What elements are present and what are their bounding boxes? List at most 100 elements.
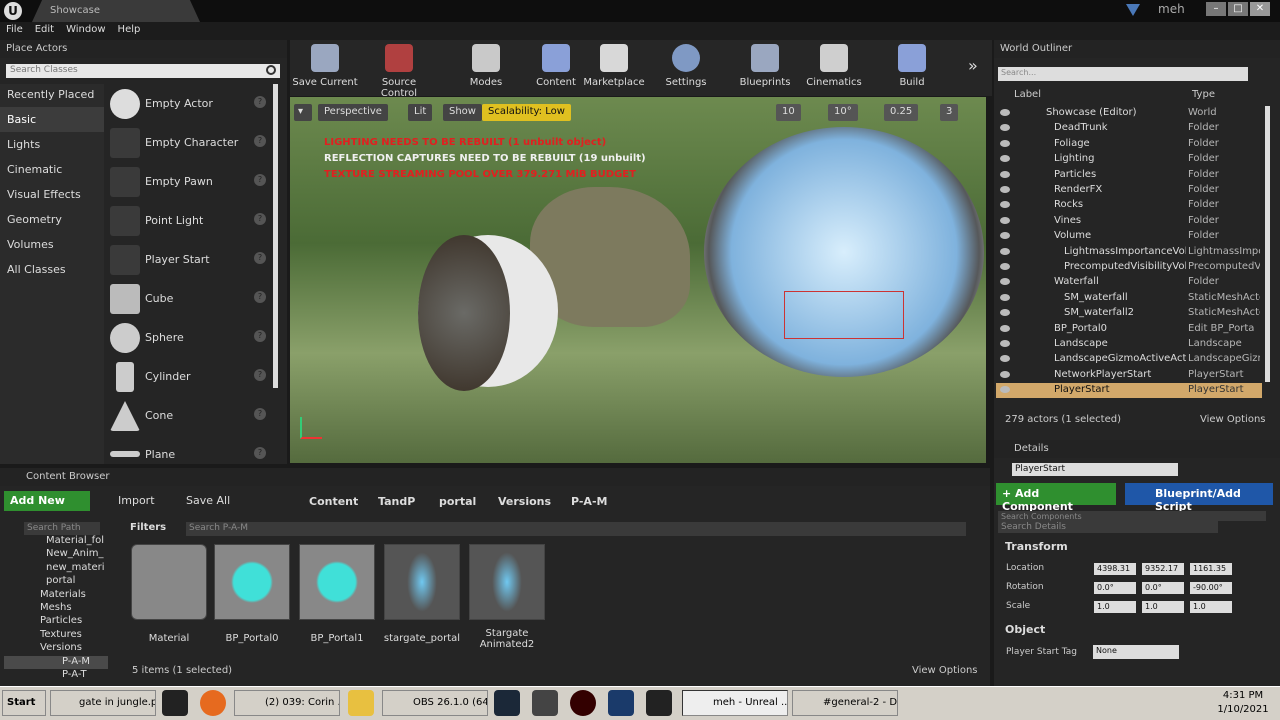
actor-cube[interactable]: Cube?	[106, 279, 270, 318]
camera-speed-value[interactable]: 3	[940, 104, 959, 121]
eye-icon[interactable]	[1000, 124, 1010, 132]
actor-name-field[interactable]: PlayerStart	[1012, 463, 1178, 476]
import-button[interactable]: Import	[100, 494, 155, 507]
asset-search-input[interactable]: Search P-A-M	[186, 522, 966, 536]
folder-tree-item[interactable]: Textures	[4, 629, 108, 642]
grid-snap-value[interactable]: 10	[776, 104, 801, 121]
outliner-col-type[interactable]: Type	[1192, 89, 1215, 100]
category-all-classes[interactable]: All Classes	[0, 257, 104, 282]
app-icon[interactable]	[162, 690, 188, 716]
task-chrome[interactable]: (2) 039: Corin ...	[234, 690, 340, 716]
build-button[interactable]: Build	[876, 44, 948, 88]
location-label[interactable]: Location	[1006, 563, 1044, 573]
eye-icon[interactable]	[1000, 340, 1010, 347]
outliner-search-input[interactable]: Search...	[998, 67, 1248, 81]
scalability-button[interactable]: Scalability: Low	[482, 104, 571, 121]
eye-icon[interactable]	[1000, 109, 1010, 116]
viewport-options-button[interactable]: ▾	[294, 104, 312, 121]
minimize-button[interactable]: –	[1206, 2, 1226, 16]
scrollbar[interactable]	[1265, 106, 1270, 382]
eye-icon[interactable]	[1000, 247, 1010, 255]
toolbar-overflow-icon[interactable]: »	[968, 56, 978, 75]
unreal-logo-icon[interactable]: U	[4, 2, 22, 20]
location-x[interactable]: 4398.31	[1094, 563, 1136, 575]
help-icon[interactable]: ?	[254, 174, 266, 186]
rotation-snap-value[interactable]: 10°	[828, 104, 858, 121]
outliner-row[interactable]: Landscape Landscape	[996, 337, 1262, 352]
menu-window[interactable]: Window	[60, 22, 111, 37]
breadcrumb-versions[interactable]: Versions	[498, 495, 551, 508]
eye-icon[interactable]	[1000, 216, 1010, 224]
folder-tree-item[interactable]: Materials	[4, 589, 108, 602]
task-discord[interactable]: #general-2 - Di...	[792, 690, 898, 716]
search-components-input[interactable]: Search Components	[998, 511, 1266, 521]
lit-button[interactable]: Lit	[408, 104, 433, 121]
outliner-row[interactable]: Waterfall Folder	[996, 275, 1262, 290]
help-icon[interactable]: ?	[254, 408, 266, 420]
help-icon[interactable]: ?	[254, 330, 266, 342]
outliner-row[interactable]: SM_waterfall StaticMeshActo	[996, 291, 1262, 306]
help-icon[interactable]: ?	[254, 135, 266, 147]
outliner-row[interactable]: Particles Folder	[996, 168, 1262, 183]
eye-icon[interactable]	[1000, 355, 1010, 363]
actor-empty-actor[interactable]: Empty Actor?	[106, 84, 270, 123]
folder-tree-item[interactable]: New_Anim_	[4, 548, 108, 561]
place-actors-search-input[interactable]: Search Classes	[6, 64, 280, 78]
outliner-row[interactable]: PrecomputedVisibilityVolu PrecomputedVi	[996, 260, 1262, 275]
outliner-row[interactable]: BP_Portal0 Edit BP_Porta	[996, 322, 1262, 337]
folder-tree-item[interactable]: Versions	[4, 642, 108, 655]
actor-player-start[interactable]: Player Start?	[106, 240, 270, 279]
source-control-button[interactable]: Source Control	[363, 44, 435, 99]
folder-tree-item[interactable]: Material_fol	[4, 535, 108, 548]
level-tab[interactable]: Showcase	[32, 0, 200, 22]
location-z[interactable]: 1161.35	[1190, 563, 1232, 575]
outliner-row[interactable]: Rocks Folder	[996, 198, 1262, 213]
asset-thumb-stargate-animated2[interactable]	[469, 544, 545, 620]
eye-icon[interactable]	[1000, 201, 1010, 209]
modes-button[interactable]: Modes	[450, 44, 522, 88]
eye-icon[interactable]	[1000, 232, 1010, 240]
outliner-row[interactable]: Foliage Folder	[996, 137, 1262, 152]
category-cinematic[interactable]: Cinematic	[0, 157, 104, 182]
category-geometry[interactable]: Geometry	[0, 207, 104, 232]
asset-thumb-bp-portal1[interactable]	[299, 544, 375, 620]
steam-icon[interactable]	[494, 690, 520, 716]
task-obs[interactable]: OBS 26.1.0 (64...	[382, 690, 488, 716]
task-gate-in-jungle[interactable]: gate in jungle.p...	[50, 690, 156, 716]
save-all-button[interactable]: Save All	[170, 494, 230, 507]
eye-icon[interactable]	[1000, 139, 1010, 147]
folder-tree-item[interactable]: new_materi	[4, 562, 108, 575]
breadcrumb-p-a-m[interactable]: P-A-M	[571, 495, 607, 508]
object-section[interactable]: Object	[1005, 623, 1045, 636]
actor-point-light[interactable]: Point Light?	[106, 201, 270, 240]
folder-tree-item[interactable]: Particles	[4, 615, 108, 628]
firefox-icon[interactable]	[200, 690, 226, 716]
eye-icon[interactable]	[1000, 324, 1010, 332]
perspective-button[interactable]: Perspective	[318, 104, 388, 121]
outliner-row[interactable]: LandscapeGizmoActiveActor LandscapeGizm	[996, 352, 1262, 367]
eye-icon[interactable]	[1000, 170, 1010, 178]
asset-thumb-bp-portal0[interactable]	[214, 544, 290, 620]
add-component-button[interactable]: + Add Component	[996, 483, 1116, 513]
help-icon[interactable]: ?	[254, 291, 266, 303]
actor-empty-pawn[interactable]: Empty Pawn?	[106, 162, 270, 201]
scale-label[interactable]: Scale	[1006, 601, 1030, 611]
outliner-col-label[interactable]: Label	[1014, 89, 1041, 100]
asset-thumb-material[interactable]	[131, 544, 207, 620]
app-icon[interactable]	[532, 690, 558, 716]
outliner-row[interactable]: Volume Folder	[996, 229, 1262, 244]
actor-cone[interactable]: Cone?	[106, 396, 270, 435]
scale-x[interactable]: 1.0	[1094, 601, 1136, 613]
folder-tree-item[interactable]: Meshs	[4, 602, 108, 615]
category-lights[interactable]: Lights	[0, 132, 104, 157]
rotation-y[interactable]: 0.0°	[1142, 582, 1184, 594]
asset-thumb-stargate-portal[interactable]	[384, 544, 460, 620]
eye-icon[interactable]	[1000, 386, 1010, 394]
help-icon[interactable]: ?	[254, 447, 266, 459]
folder-tree-item[interactable]: P-A-T	[4, 669, 108, 682]
eye-icon[interactable]	[1000, 186, 1010, 193]
actor-plane[interactable]: Plane?	[106, 435, 270, 463]
outliner-row[interactable]: Showcase (Editor) World	[996, 106, 1262, 121]
actor-sphere[interactable]: Sphere?	[106, 318, 270, 357]
location-y[interactable]: 9352.17	[1142, 563, 1184, 575]
